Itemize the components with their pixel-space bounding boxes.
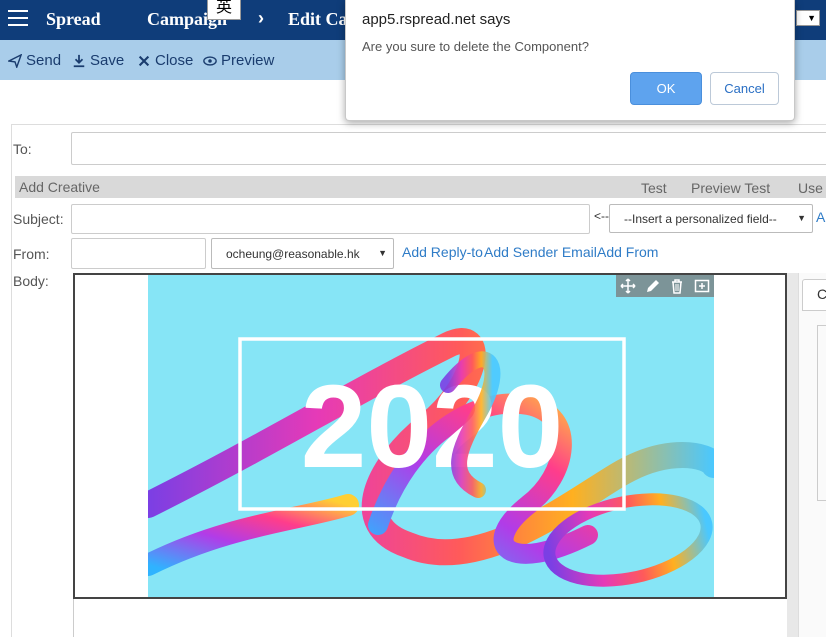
- personalized-field-select[interactable]: --Insert a personalized field-- ▼: [609, 204, 813, 233]
- confirm-dialog: app5.rspread.net says Are you sure to de…: [345, 0, 795, 121]
- add-from-link[interactable]: Add From: [597, 244, 658, 260]
- from-label: From:: [13, 246, 50, 262]
- ok-button[interactable]: OK: [630, 72, 702, 105]
- editor-scrollbar[interactable]: [787, 273, 798, 637]
- add-sender-email-link[interactable]: Add Sender Email: [484, 244, 597, 260]
- download-icon: [73, 54, 85, 67]
- brand-label[interactable]: Spread: [46, 9, 101, 30]
- add-creative-bar: Add Creative Test Preview Test Use: [15, 176, 826, 198]
- right-panel-content: [817, 325, 826, 501]
- app-window: Spread Campaign › Edit Ca 英 ▼ Send Save …: [0, 0, 826, 637]
- body-editor-component[interactable]: 2020: [73, 273, 787, 599]
- from-email-select[interactable]: ocheung@reasonable.hk ▼: [211, 238, 394, 269]
- dialog-title: app5.rspread.net says: [362, 11, 511, 28]
- body-label: Body:: [13, 273, 49, 289]
- banner-year-text: 2020: [301, 361, 564, 493]
- component-toolbar: [616, 275, 714, 297]
- personalized-field-value: --Insert a personalized field--: [624, 212, 777, 226]
- trash-icon[interactable]: [669, 278, 685, 294]
- send-label: Send: [26, 52, 62, 69]
- send-button[interactable]: Send: [8, 52, 61, 69]
- close-button[interactable]: Close: [137, 52, 193, 69]
- send-icon: [8, 53, 22, 68]
- navbar-select[interactable]: ▼: [796, 10, 820, 26]
- banner-image[interactable]: 2020: [148, 275, 714, 597]
- preview-test-link[interactable]: Preview Test: [691, 180, 770, 196]
- from-name-input[interactable]: [71, 238, 206, 269]
- to-input[interactable]: [71, 132, 826, 165]
- right-panel: C: [798, 273, 826, 637]
- cancel-button[interactable]: Cancel: [710, 72, 779, 105]
- to-label: To:: [13, 141, 32, 157]
- eye-icon: [203, 55, 217, 66]
- ime-indicator: 英: [207, 0, 241, 20]
- close-label: Close: [155, 52, 194, 69]
- insert-arrow-hint: <--: [594, 209, 609, 223]
- test-link[interactable]: Test: [641, 180, 667, 196]
- use-link[interactable]: Use: [798, 180, 823, 196]
- preview-label: Preview: [221, 52, 275, 69]
- add-icon[interactable]: [694, 278, 710, 294]
- preview-button[interactable]: Preview: [203, 52, 274, 69]
- chevron-down-icon: ▼: [378, 248, 387, 258]
- subject-input[interactable]: [71, 204, 590, 234]
- from-email-value: ocheung@reasonable.hk: [226, 247, 360, 261]
- pencil-icon[interactable]: [645, 278, 661, 294]
- editor-drop-area[interactable]: [73, 599, 787, 637]
- subject-extra-link[interactable]: A: [816, 209, 825, 225]
- chevron-right-icon: ›: [258, 8, 264, 28]
- banner-artwork: 2020: [148, 328, 714, 587]
- add-creative-title: Add Creative: [19, 179, 100, 195]
- save-button[interactable]: Save: [72, 52, 124, 69]
- dialog-message: Are you sure to delete the Component?: [362, 39, 589, 54]
- save-label: Save: [90, 52, 125, 69]
- add-reply-to-link[interactable]: Add Reply-to: [402, 244, 483, 260]
- breadcrumb-edit[interactable]: Edit Ca: [288, 9, 348, 30]
- right-panel-tab[interactable]: C: [802, 279, 826, 311]
- chevron-down-icon: ▼: [797, 213, 806, 223]
- subject-label: Subject:: [13, 211, 64, 227]
- close-icon: [138, 55, 150, 66]
- move-icon[interactable]: [620, 278, 636, 294]
- hamburger-menu-icon[interactable]: [8, 10, 28, 28]
